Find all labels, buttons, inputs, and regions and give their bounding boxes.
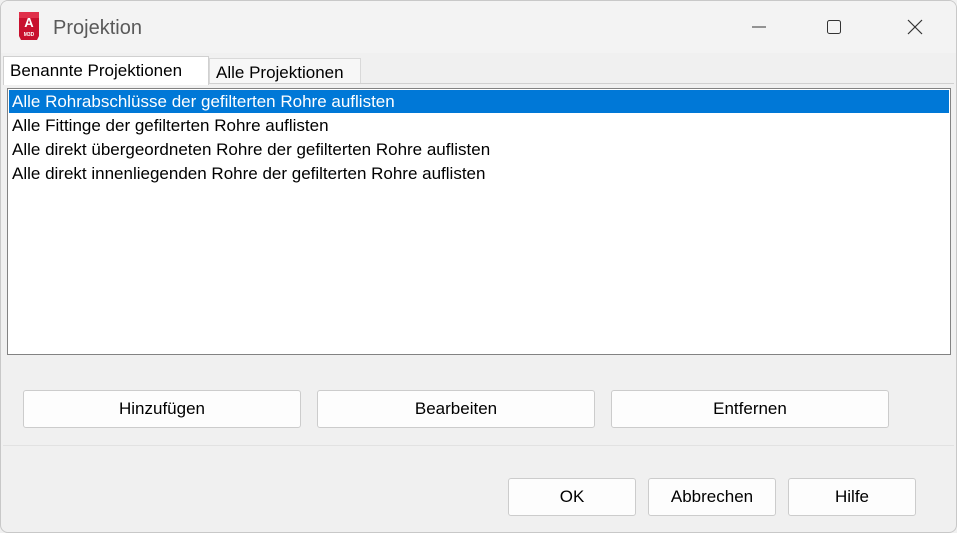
window-title: Projektion [53, 17, 142, 39]
divider [3, 445, 954, 446]
projection-list[interactable]: Alle Rohrabschlüsse der gefilterten Rohr… [7, 88, 951, 355]
tab-all-projections[interactable]: Alle Projektionen [209, 58, 361, 85]
tab-strip: Benannte Projektionen Alle Projektionen [3, 53, 955, 85]
maximize-icon [827, 20, 841, 34]
list-item[interactable]: Alle direkt innenliegenden Rohre der gef… [9, 162, 949, 185]
list-item[interactable]: Alle Fittinge der gefilterten Rohre aufl… [9, 114, 949, 137]
help-button[interactable]: Hilfe [788, 478, 916, 516]
app-icon-sublabel: M3D [24, 32, 35, 38]
add-button[interactable]: Hinzufügen [23, 390, 301, 428]
minimize-icon [752, 26, 766, 28]
title-bar[interactable]: A M3D Projektion [1, 1, 956, 53]
close-button[interactable] [885, 1, 945, 53]
projection-dialog: A M3D Projektion Benannte Projektionen A… [0, 0, 957, 533]
remove-button[interactable]: Entfernen [611, 390, 889, 428]
cancel-button[interactable]: Abbrechen [648, 478, 776, 516]
tab-named-projections[interactable]: Benannte Projektionen [3, 56, 209, 85]
ok-button[interactable]: OK [508, 478, 636, 516]
minimize-button[interactable] [729, 1, 789, 53]
list-item[interactable]: Alle direkt übergeordneten Rohre der gef… [9, 138, 949, 161]
maximize-button[interactable] [804, 1, 864, 53]
list-item[interactable]: Alle Rohrabschlüsse der gefilterten Rohr… [9, 90, 949, 113]
edit-button[interactable]: Bearbeiten [317, 390, 595, 428]
named-projections-panel: Alle Rohrabschlüsse der gefilterten Rohr… [3, 83, 954, 446]
app-icon-letter: A [24, 15, 34, 30]
autocad-mep-app-icon: A M3D [19, 12, 39, 40]
close-icon [907, 19, 923, 35]
